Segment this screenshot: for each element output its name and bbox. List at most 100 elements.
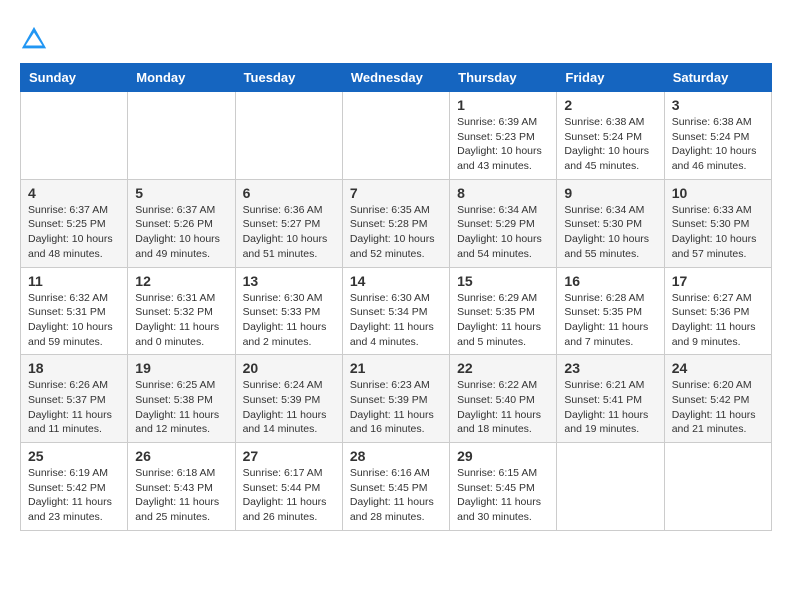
day-info: Sunrise: 6:30 AM Sunset: 5:34 PM Dayligh… [350,291,442,350]
calendar-cell: 27Sunrise: 6:17 AM Sunset: 5:44 PM Dayli… [235,443,342,531]
day-number: 17 [672,273,764,289]
calendar-week-1: 1 Sunrise: 6:39 AM Sunset: 5:23 PM Daylig… [21,92,772,180]
day-number: 8 [457,185,549,201]
day-number: 21 [350,360,442,376]
day-number: 18 [28,360,120,376]
calendar-cell: 1 Sunrise: 6:39 AM Sunset: 5:23 PM Daylig… [450,92,557,180]
weekday-header-tuesday: Tuesday [235,64,342,92]
day-info: Sunrise: 6:16 AM Sunset: 5:45 PM Dayligh… [350,466,442,525]
day-info: Sunrise: 6:20 AM Sunset: 5:42 PM Dayligh… [672,378,764,437]
day-number: 9 [564,185,656,201]
day-number: 4 [28,185,120,201]
weekday-header-sunday: Sunday [21,64,128,92]
day-number: 20 [243,360,335,376]
weekday-header-saturday: Saturday [664,64,771,92]
day-number: 19 [135,360,227,376]
calendar-cell: 2 Sunrise: 6:38 AM Sunset: 5:24 PM Daylig… [557,92,664,180]
day-info: Sunrise: 6:15 AM Sunset: 5:45 PM Dayligh… [457,466,549,525]
calendar-cell [235,92,342,180]
day-number: 6 [243,185,335,201]
day-info: Sunrise: 6:33 AM Sunset: 5:30 PM Dayligh… [672,203,764,262]
calendar-cell: 22Sunrise: 6:22 AM Sunset: 5:40 PM Dayli… [450,355,557,443]
weekday-header-monday: Monday [128,64,235,92]
day-info: Sunrise: 6:37 AM Sunset: 5:26 PM Dayligh… [135,203,227,262]
calendar-cell: 17 Sunrise: 6:27 AM Sunset: 5:36 PM Dayli… [664,267,771,355]
day-number: 29 [457,448,549,464]
page-header [20,20,772,53]
calendar-cell [128,92,235,180]
day-info: Sunrise: 6:37 AM Sunset: 5:25 PM Dayligh… [28,203,120,262]
weekday-header-friday: Friday [557,64,664,92]
calendar-cell [664,443,771,531]
day-info: Sunrise: 6:34 AM Sunset: 5:29 PM Dayligh… [457,203,549,262]
calendar-cell: 9Sunrise: 6:34 AM Sunset: 5:30 PM Daylig… [557,179,664,267]
calendar-cell: 19Sunrise: 6:25 AM Sunset: 5:38 PM Dayli… [128,355,235,443]
calendar-cell: 13 Sunrise: 6:30 AM Sunset: 5:33 PM Dayli… [235,267,342,355]
calendar-cell: 15Sunrise: 6:29 AM Sunset: 5:35 PM Dayli… [450,267,557,355]
calendar-cell: 20 Sunrise: 6:24 AM Sunset: 5:39 PM Dayli… [235,355,342,443]
day-info: Sunrise: 6:26 AM Sunset: 5:37 PM Dayligh… [28,378,120,437]
day-info: Sunrise: 6:36 AM Sunset: 5:27 PM Dayligh… [243,203,335,262]
calendar-cell: 29 Sunrise: 6:15 AM Sunset: 5:45 PM Dayli… [450,443,557,531]
day-number: 3 [672,97,764,113]
calendar-cell: 18 Sunrise: 6:26 AM Sunset: 5:37 PM Dayli… [21,355,128,443]
day-number: 15 [457,273,549,289]
day-number: 2 [564,97,656,113]
day-info: Sunrise: 6:19 AM Sunset: 5:42 PM Dayligh… [28,466,120,525]
calendar-cell: 23 Sunrise: 6:21 AM Sunset: 5:41 PM Dayli… [557,355,664,443]
day-number: 26 [135,448,227,464]
calendar-week-3: 11 Sunrise: 6:32 AM Sunset: 5:31 PM Dayli… [21,267,772,355]
day-info: Sunrise: 6:31 AM Sunset: 5:32 PM Dayligh… [135,291,227,350]
calendar-cell [557,443,664,531]
day-info: Sunrise: 6:23 AM Sunset: 5:39 PM Dayligh… [350,378,442,437]
calendar-cell: 12 Sunrise: 6:31 AM Sunset: 5:32 PM Dayli… [128,267,235,355]
day-number: 23 [564,360,656,376]
day-info: Sunrise: 6:35 AM Sunset: 5:28 PM Dayligh… [350,203,442,262]
calendar-cell: 5 Sunrise: 6:37 AM Sunset: 5:26 PM Daylig… [128,179,235,267]
day-info: Sunrise: 6:39 AM Sunset: 5:23 PM Dayligh… [457,115,549,174]
day-number: 13 [243,273,335,289]
calendar-cell: 14 Sunrise: 6:30 AM Sunset: 5:34 PM Dayli… [342,267,449,355]
weekday-row: SundayMondayTuesdayWednesdayThursdayFrid… [21,64,772,92]
calendar-cell: 25Sunrise: 6:19 AM Sunset: 5:42 PM Dayli… [21,443,128,531]
calendar-body: 1 Sunrise: 6:39 AM Sunset: 5:23 PM Daylig… [21,92,772,531]
calendar-table: SundayMondayTuesdayWednesdayThursdayFrid… [20,63,772,531]
calendar-cell: 10Sunrise: 6:33 AM Sunset: 5:30 PM Dayli… [664,179,771,267]
day-number: 16 [564,273,656,289]
weekday-header-wednesday: Wednesday [342,64,449,92]
day-info: Sunrise: 6:18 AM Sunset: 5:43 PM Dayligh… [135,466,227,525]
day-number: 14 [350,273,442,289]
day-info: Sunrise: 6:38 AM Sunset: 5:24 PM Dayligh… [564,115,656,174]
day-info: Sunrise: 6:27 AM Sunset: 5:36 PM Dayligh… [672,291,764,350]
day-info: Sunrise: 6:32 AM Sunset: 5:31 PM Dayligh… [28,291,120,350]
calendar-cell [342,92,449,180]
calendar-cell: 6 Sunrise: 6:36 AM Sunset: 5:27 PM Daylig… [235,179,342,267]
calendar-cell [21,92,128,180]
calendar-cell: 4 Sunrise: 6:37 AM Sunset: 5:25 PM Daylig… [21,179,128,267]
logo-icon [20,25,48,53]
day-number: 1 [457,97,549,113]
day-info: Sunrise: 6:30 AM Sunset: 5:33 PM Dayligh… [243,291,335,350]
calendar-header: SundayMondayTuesdayWednesdayThursdayFrid… [21,64,772,92]
day-number: 5 [135,185,227,201]
calendar-cell: 11 Sunrise: 6:32 AM Sunset: 5:31 PM Dayli… [21,267,128,355]
calendar-week-2: 4 Sunrise: 6:37 AM Sunset: 5:25 PM Daylig… [21,179,772,267]
logo [20,25,52,53]
day-number: 11 [28,273,120,289]
day-info: Sunrise: 6:24 AM Sunset: 5:39 PM Dayligh… [243,378,335,437]
calendar-cell: 16 Sunrise: 6:28 AM Sunset: 5:35 PM Dayli… [557,267,664,355]
day-info: Sunrise: 6:17 AM Sunset: 5:44 PM Dayligh… [243,466,335,525]
day-number: 7 [350,185,442,201]
calendar-cell: 24Sunrise: 6:20 AM Sunset: 5:42 PM Dayli… [664,355,771,443]
calendar-cell: 21 Sunrise: 6:23 AM Sunset: 5:39 PM Dayli… [342,355,449,443]
day-info: Sunrise: 6:21 AM Sunset: 5:41 PM Dayligh… [564,378,656,437]
day-info: Sunrise: 6:22 AM Sunset: 5:40 PM Dayligh… [457,378,549,437]
calendar-cell: 3Sunrise: 6:38 AM Sunset: 5:24 PM Daylig… [664,92,771,180]
day-info: Sunrise: 6:28 AM Sunset: 5:35 PM Dayligh… [564,291,656,350]
calendar-cell: 26 Sunrise: 6:18 AM Sunset: 5:43 PM Dayli… [128,443,235,531]
weekday-header-thursday: Thursday [450,64,557,92]
day-number: 12 [135,273,227,289]
calendar-week-5: 25Sunrise: 6:19 AM Sunset: 5:42 PM Dayli… [21,443,772,531]
calendar-cell: 7 Sunrise: 6:35 AM Sunset: 5:28 PM Daylig… [342,179,449,267]
day-number: 28 [350,448,442,464]
